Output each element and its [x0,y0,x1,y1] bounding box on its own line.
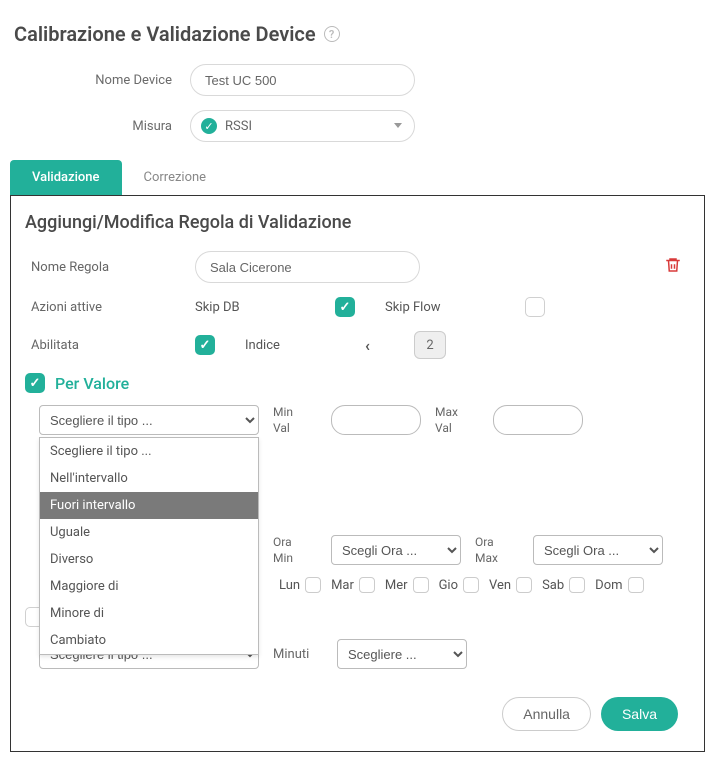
min-val-label-2: Val [273,421,317,435]
day-mar-checkbox[interactable] [359,577,375,593]
device-name-input[interactable] [190,64,415,96]
day-lun-checkbox[interactable] [305,577,321,593]
dropdown-option[interactable]: Minore di [40,600,258,627]
index-label: Indice [245,338,365,353]
day-gio-checkbox[interactable] [463,577,479,593]
dropdown-option[interactable]: Scegliere il tipo ... [40,438,258,465]
skip-flow-checkbox[interactable] [525,297,545,317]
dropdown-option[interactable]: Maggiore di [40,573,258,600]
minutes-select[interactable]: Scegliere ... [337,639,467,669]
min-val-input[interactable] [331,405,421,435]
skip-db-label: Skip DB [195,300,275,315]
tab-correzione[interactable]: Correzione [122,160,229,195]
trash-icon[interactable] [664,256,682,279]
max-val-label-1: Max [435,405,479,419]
chevron-left-icon[interactable]: ‹ [365,336,370,355]
dropdown-option[interactable]: Uguale [40,519,258,546]
day-ven-checkbox[interactable] [516,577,532,593]
skip-db-checkbox[interactable] [335,297,355,317]
chevron-down-icon [394,123,402,128]
measure-label: Misura [50,119,190,134]
enabled-label: Abilitata [25,338,195,353]
dropdown-option[interactable]: Diverso [40,546,258,573]
per-valore-dropdown-list: Scegliere il tipo ... Nell'intervallo Fu… [39,437,259,655]
page-title: Calibrazione e Validazione Device [14,22,316,46]
ora-min-select[interactable]: Scegli Ora ... [331,535,461,565]
min-val-label-1: Min [273,405,317,419]
dropdown-option[interactable]: Nell'intervallo [40,465,258,492]
dropdown-option[interactable]: Cambiato [40,627,258,654]
ora-max-select[interactable]: Scegli Ora ... [533,535,663,565]
day-dom-checkbox[interactable] [628,577,644,593]
day-lun: Lun [279,577,321,593]
cancel-button[interactable]: Annulla [502,697,591,731]
save-button[interactable]: Salva [601,697,678,731]
device-name-label: Nome Device [50,73,190,88]
index-value: 2 [414,331,446,359]
measure-select[interactable]: ✓ RSSI [190,110,415,142]
ora-min-label-2: Min [273,551,317,565]
minutes-label: Minuti [273,647,323,662]
day-dom: Dom [595,577,643,593]
ora-min-label-1: Ora [273,535,317,549]
day-gio: Gio [439,577,479,593]
per-valore-title: Per Valore [55,374,129,393]
day-ven: Ven [489,577,532,593]
skip-flow-label: Skip Flow [385,300,465,315]
day-mer: Mer [385,577,429,593]
enabled-checkbox[interactable] [195,335,215,355]
day-sab: Sab [542,577,585,593]
ora-max-label-1: Ora [475,535,519,549]
measure-value: RSSI [225,119,252,134]
help-icon[interactable]: ? [324,26,340,42]
tab-validazione[interactable]: Validazione [10,160,122,195]
per-valore-type-select[interactable]: Scegliere il tipo ... [39,405,259,435]
max-val-input[interactable] [493,405,583,435]
rule-name-label: Nome Regola [25,260,195,275]
dropdown-option[interactable]: Fuori intervallo [40,492,258,519]
actions-label: Azioni attive [25,300,195,315]
max-val-label-2: Val [435,421,479,435]
check-icon: ✓ [201,118,217,134]
day-mer-checkbox[interactable] [413,577,429,593]
per-valore-checkbox[interactable] [25,373,45,393]
ora-max-label-2: Max [475,551,519,565]
rule-name-input[interactable] [195,251,420,283]
day-mar: Mar [331,577,375,593]
day-sab-checkbox[interactable] [569,577,585,593]
panel-title: Aggiungi/Modifica Regola di Validazione [25,212,690,233]
